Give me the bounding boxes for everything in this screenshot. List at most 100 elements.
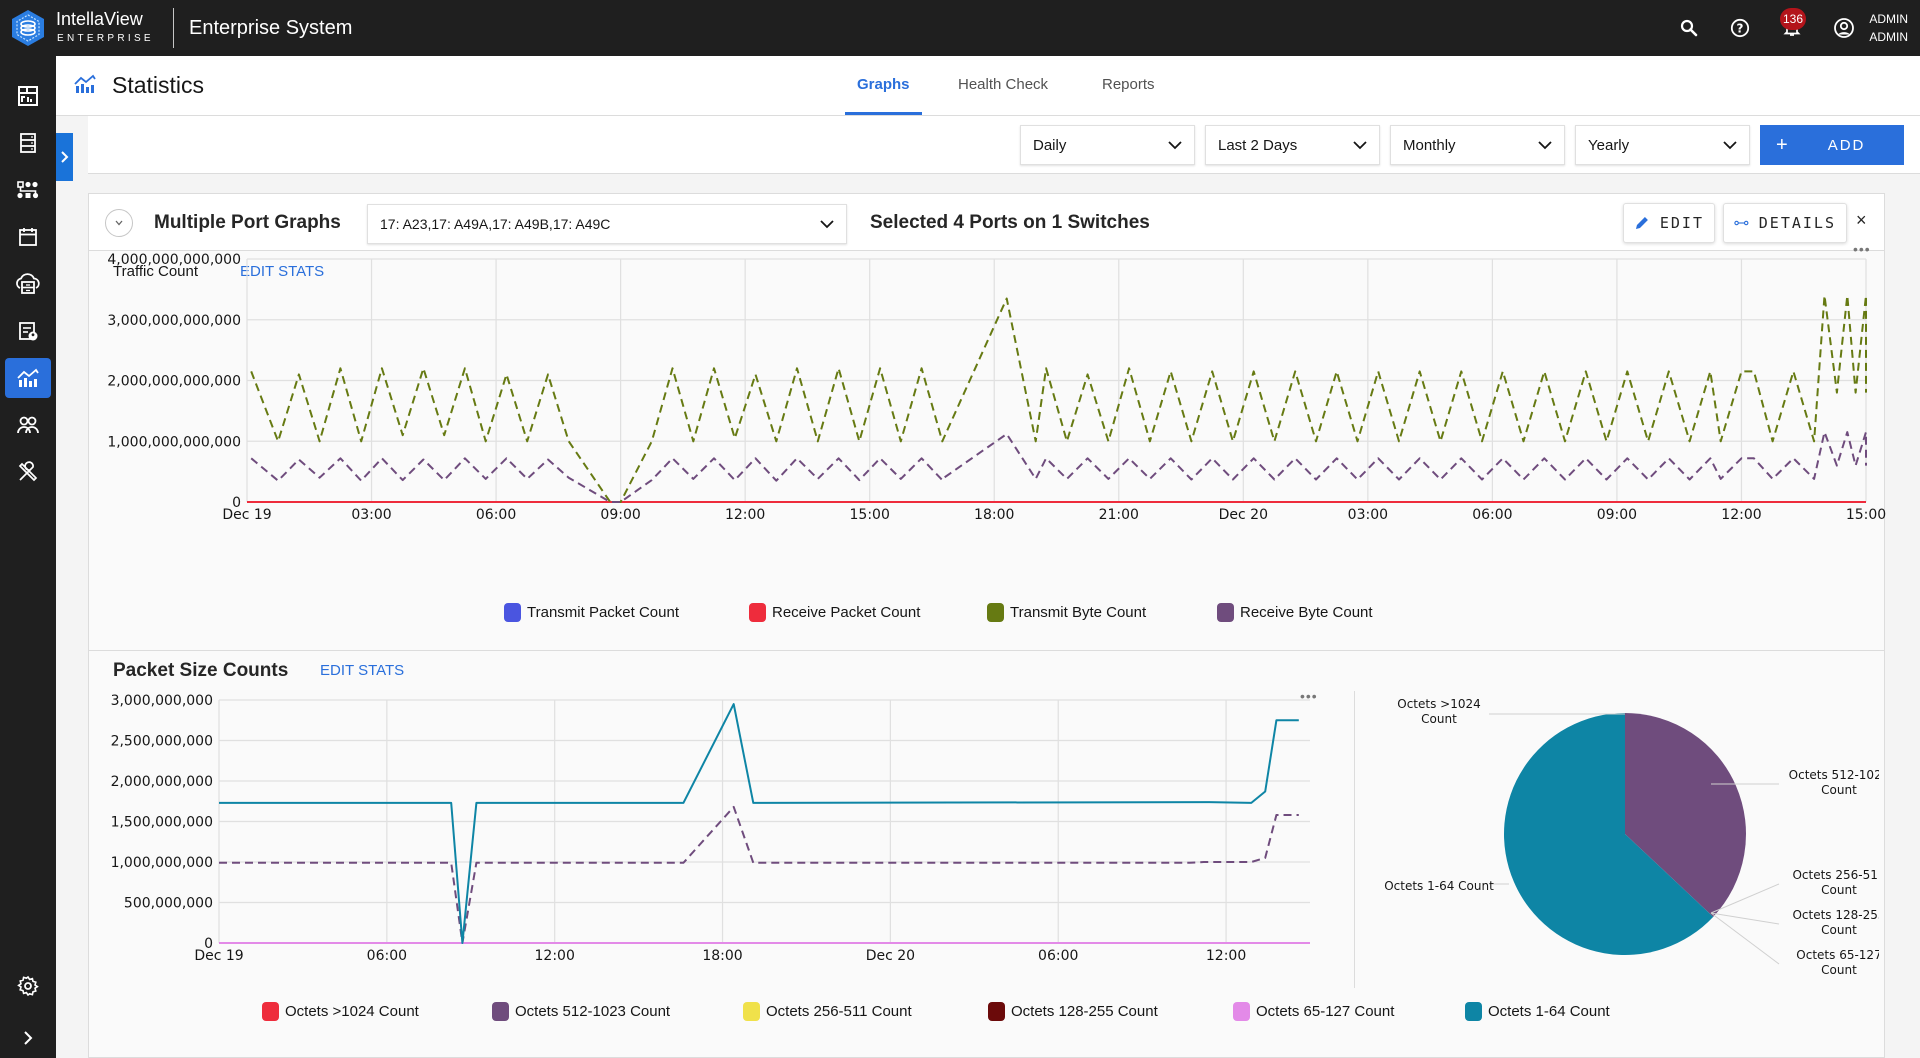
- help-button[interactable]: ?: [1728, 16, 1752, 40]
- chart-title-packet-size: Packet Size Counts: [113, 660, 289, 681]
- help-icon: ?: [1730, 18, 1750, 38]
- search-button[interactable]: [1677, 16, 1701, 40]
- legend-label: Octets 128-255 Count: [1011, 1003, 1158, 1020]
- tab-health-check[interactable]: Health Check: [958, 76, 1048, 93]
- sidebar-item-inventory[interactable]: [5, 123, 51, 163]
- x-tick-label: 09:00: [1597, 507, 1637, 523]
- x-tick-label: 06:00: [367, 948, 407, 964]
- y-tick-label: 2,000,000,000: [111, 774, 213, 790]
- x-tick-label: 12:00: [535, 948, 575, 964]
- packet-size-chart: 0500,000,0001,000,000,0001,500,000,0002,…: [111, 693, 1310, 964]
- legend-label: Octets 1-64 Count: [1488, 1003, 1610, 1020]
- legend-label: Octets 65-127 Count: [1256, 1003, 1395, 1020]
- legend-label: Transmit Packet Count: [527, 604, 679, 621]
- port-selector[interactable]: 17: A23,17: A49A,17: A49B,17: A49C: [367, 204, 847, 244]
- side-panel-toggle[interactable]: [56, 133, 73, 181]
- pie-label: Count: [1821, 783, 1857, 797]
- tab-reports[interactable]: Reports: [1102, 76, 1155, 93]
- x-tick-label: Dec 20: [866, 948, 915, 964]
- packet-size-pie-chart: Octets >1024CountOctets 512-1023CountOct…: [1384, 697, 1879, 977]
- sidebar-item-reports[interactable]: [5, 311, 51, 351]
- y-tick-label: 3,000,000,000,000: [107, 313, 241, 329]
- chevron-right-icon: [60, 151, 68, 163]
- legend-item[interactable]: Octets 1-64 Count: [1465, 1002, 1610, 1021]
- monthly-dropdown[interactable]: Monthly: [1390, 125, 1565, 165]
- notification-badge[interactable]: 136: [1780, 8, 1807, 30]
- chevron-down-icon: [1353, 141, 1367, 150]
- page-header: Statistics Graphs Health Check Reports: [56, 56, 1920, 116]
- report-user-icon: [19, 322, 38, 341]
- legend-swatch: [743, 1002, 760, 1021]
- sidebar-item-users[interactable]: [5, 405, 51, 445]
- pie-label: Octets 512-1023: [1789, 768, 1879, 782]
- sidebar-item-dashboard[interactable]: [5, 76, 51, 116]
- users-icon: [17, 416, 39, 434]
- sidebar-item-settings[interactable]: [5, 966, 51, 1006]
- sidebar-item-statistics[interactable]: [5, 358, 51, 398]
- chevron-down-icon: [1168, 141, 1182, 150]
- legend-item[interactable]: Octets 128-255 Count: [988, 1002, 1158, 1021]
- sidebar-item-cloud-storage[interactable]: [5, 264, 51, 304]
- port-selector-value: 17: A23,17: A49A,17: A49B,17: A49C: [380, 216, 611, 232]
- x-tick-label: 15:00: [850, 507, 890, 523]
- close-card-button[interactable]: ×: [1856, 210, 1867, 231]
- pie-label: Count: [1821, 923, 1857, 937]
- details-button[interactable]: DETAILS: [1723, 203, 1847, 243]
- legend-item[interactable]: Receive Byte Count: [1217, 603, 1373, 622]
- legend-item[interactable]: Octets >1024 Count: [262, 1002, 419, 1021]
- multiple-port-graphs-card: Multiple Port Graphs 17: A23,17: A49A,17…: [88, 193, 1886, 1058]
- pencil-icon: [1635, 217, 1648, 229]
- legend-label: Octets 256-511 Count: [766, 1003, 912, 1020]
- sidebar-item-tools[interactable]: [5, 452, 51, 492]
- sidebar-item-schedule[interactable]: [5, 217, 51, 257]
- legend-label: Octets >1024 Count: [285, 1003, 419, 1020]
- legend-item[interactable]: Transmit Packet Count: [504, 603, 679, 622]
- sidebar-expand-button[interactable]: [5, 1018, 51, 1058]
- x-tick-label: 12:00: [1206, 948, 1246, 964]
- legend-swatch: [749, 603, 766, 622]
- pie-label: Count: [1821, 883, 1857, 897]
- dropdown-value: Daily: [1033, 136, 1067, 154]
- legend-item[interactable]: Transmit Byte Count: [987, 603, 1146, 622]
- traffic-series-receive-byte-count: [250, 431, 1867, 503]
- legend-swatch: [987, 603, 1004, 622]
- user-name[interactable]: ADMIN: [1869, 12, 1908, 26]
- calendar-icon: [19, 228, 37, 246]
- x-tick-label: Dec 20: [1219, 507, 1268, 523]
- legend-swatch: [262, 1002, 279, 1021]
- edit-stats-packet-size-button[interactable]: EDIT STATS: [320, 662, 404, 679]
- legend-item[interactable]: Octets 256-511 Count: [743, 1002, 912, 1021]
- granularity-dropdown[interactable]: Daily: [1020, 125, 1195, 165]
- tab-graphs[interactable]: Graphs: [857, 76, 910, 93]
- yearly-dropdown[interactable]: Yearly: [1575, 125, 1750, 165]
- tools-icon: [18, 461, 38, 482]
- y-tick-label: 3,000,000,000: [111, 693, 213, 709]
- sidebar-item-topology[interactable]: [5, 170, 51, 210]
- add-button[interactable]: + ADD: [1760, 125, 1904, 165]
- legend-item[interactable]: Octets 512-1023 Count: [492, 1002, 670, 1021]
- legend-item[interactable]: Receive Packet Count: [749, 603, 920, 622]
- time-range-dropdown[interactable]: Last 2 Days: [1205, 125, 1380, 165]
- settings-icon: [17, 975, 39, 997]
- user-avatar-button[interactable]: [1832, 16, 1856, 40]
- server-icon: [20, 133, 36, 153]
- edit-button[interactable]: EDIT: [1623, 203, 1715, 243]
- x-tick-label: 06:00: [476, 507, 516, 523]
- x-tick-label: 12:00: [725, 507, 765, 523]
- legend-item[interactable]: Octets 65-127 Count: [1233, 1002, 1394, 1021]
- intellaview-logo-icon[interactable]: [10, 9, 46, 47]
- y-tick-label: 2,500,000,000: [111, 734, 213, 750]
- legend-swatch: [504, 603, 521, 622]
- x-tick-label: 15:00: [1846, 507, 1886, 523]
- chart-divider: [1354, 691, 1355, 988]
- x-tick-label: 12:00: [1721, 507, 1761, 523]
- edit-button-label: EDIT: [1659, 214, 1704, 232]
- collapse-button[interactable]: [105, 209, 133, 237]
- pie-label: Octets >1024: [1397, 697, 1481, 711]
- chevron-right-icon: [24, 1031, 33, 1045]
- add-button-label: ADD: [1827, 136, 1866, 154]
- details-button-label: DETAILS: [1758, 214, 1836, 232]
- card-header: Multiple Port Graphs 17: A23,17: A49A,17…: [89, 194, 1884, 251]
- filter-bar: Daily Last 2 Days Monthly Yearly + ADD: [88, 116, 1920, 174]
- pie-label: Octets 65-127: [1796, 948, 1879, 962]
